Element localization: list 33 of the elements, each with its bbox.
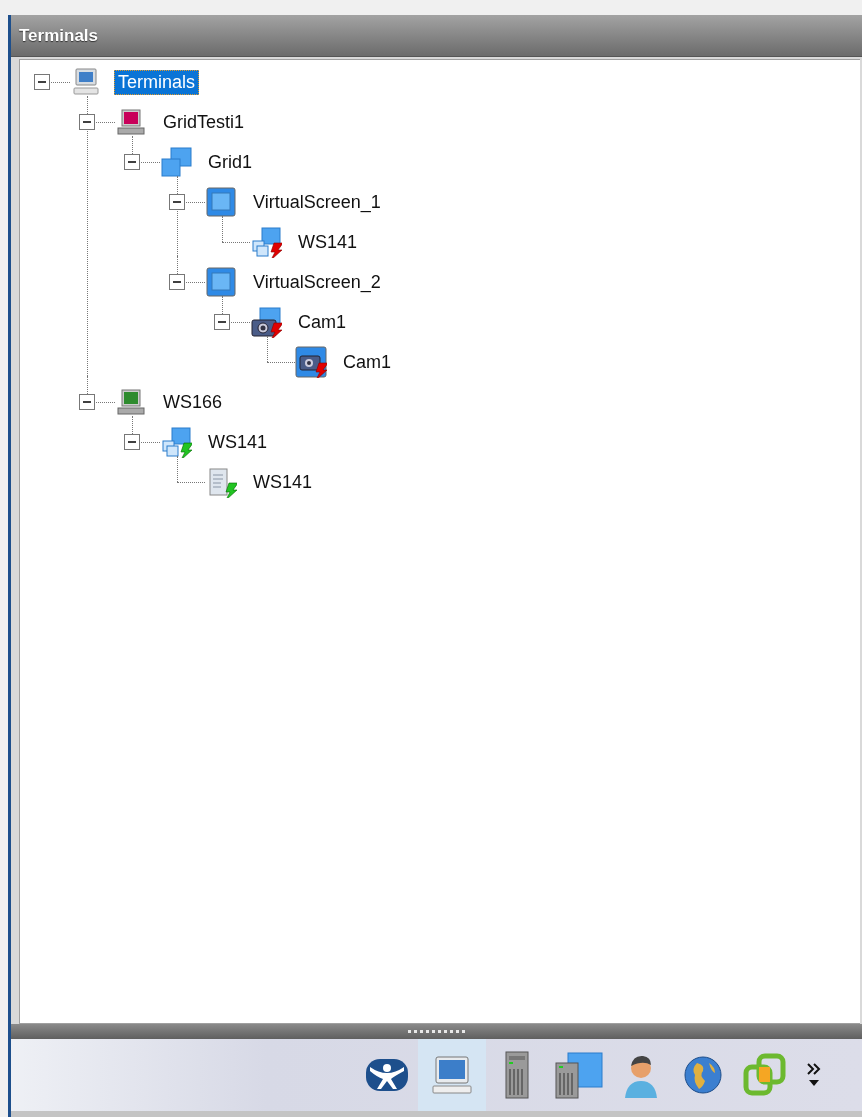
toolbar-button[interactable] (418, 1039, 486, 1111)
collapse-button[interactable] (79, 114, 95, 130)
tree-item[interactable]: WS166 (159, 389, 227, 415)
laptop-icon (115, 106, 147, 138)
globe-icon (683, 1055, 723, 1095)
squares-icon (743, 1053, 787, 1097)
tree-item[interactable]: Grid1 (204, 149, 256, 175)
collapse-button[interactable] (124, 434, 140, 450)
overlapping-windows-icon (160, 146, 192, 178)
monitor-icon (205, 186, 237, 218)
collapse-button[interactable] (169, 194, 185, 210)
tree-item[interactable]: Cam1 (339, 349, 395, 375)
computer-icon (430, 1053, 474, 1097)
tree-item[interactable]: WS141 (204, 429, 272, 455)
tree-item[interactable]: VirtualScreen_1 (249, 189, 385, 215)
collapse-button[interactable] (124, 154, 140, 170)
pane-title: Terminals (11, 15, 862, 57)
monitor-icon (205, 266, 237, 298)
collapse-button[interactable] (34, 74, 50, 90)
server-icon (504, 1051, 530, 1099)
tree-item[interactable]: VirtualScreen_2 (249, 269, 385, 295)
computer-icon (70, 66, 102, 98)
collapse-button[interactable] (214, 314, 230, 330)
tree-item[interactable]: GridTesti1 (159, 109, 249, 135)
tree-item[interactable]: Cam1 (294, 309, 350, 335)
collapse-button[interactable] (79, 394, 95, 410)
laptop-icon (115, 386, 147, 418)
server-monitor-icon (554, 1051, 604, 1099)
collapse-button[interactable] (169, 274, 185, 290)
tree-item[interactable]: Terminals (114, 69, 200, 95)
tree-item[interactable]: WS141 (294, 229, 362, 255)
tree-item[interactable]: WS141 (249, 469, 317, 495)
figure-logo-icon (365, 1057, 409, 1093)
